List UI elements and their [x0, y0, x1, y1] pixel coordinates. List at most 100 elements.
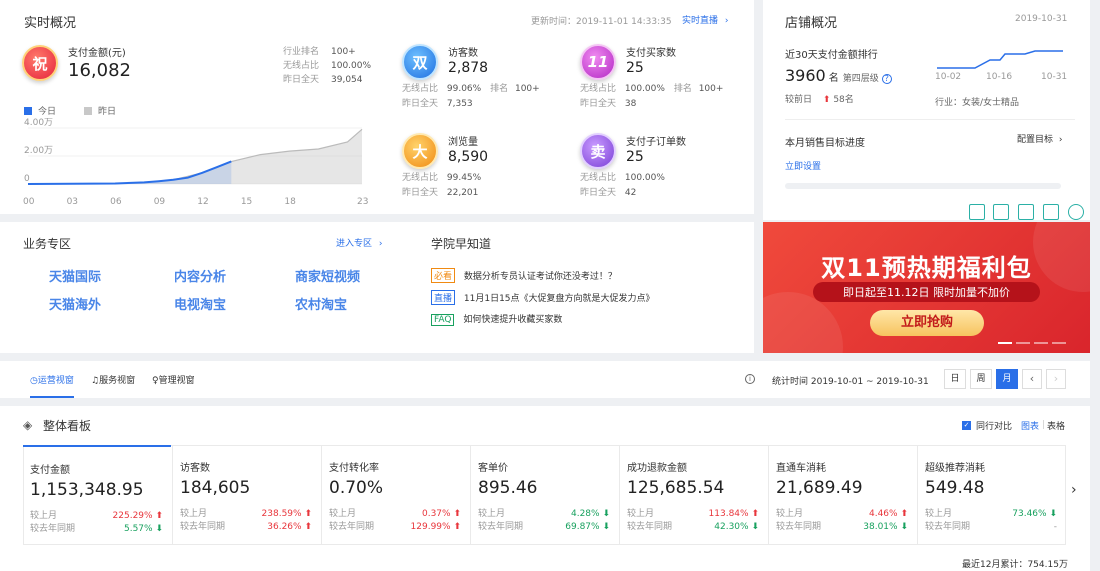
biz-link-tv-taobao[interactable]: 电视淘宝 — [174, 294, 226, 313]
headset-icon: ♫ — [91, 376, 100, 386]
arrow-down-icon: ⬇ — [900, 522, 908, 532]
view-chart-toggle[interactable]: 图表 — [1021, 419, 1039, 432]
eleven-icon: 11 — [580, 44, 616, 80]
spark-tick: 10-16 — [986, 72, 1013, 82]
fortune-icon: 祝 — [22, 45, 58, 81]
pay-amount-label: 支付金额(元) — [68, 48, 126, 59]
board-cell-mom: 较上月 113.84% ⬆ — [627, 509, 759, 519]
shop-card: 店铺概况 2019-10-31 近30天支付金额排行 3960 名 第四层级 ?… — [763, 0, 1090, 220]
shop-divider — [785, 119, 1075, 120]
board-cell[interactable]: 超级推荐消耗 549.48 较上月 73.46% ⬇ 较去年同期 - — [917, 445, 1065, 545]
banner-cta[interactable]: 立即抢购 — [870, 310, 984, 336]
arrow-down-icon: ⬇ — [751, 522, 759, 532]
goal-config[interactable]: 配置目标 › — [1017, 132, 1063, 145]
academy-item[interactable]: FAQ 如何快速提升收藏买家数 — [431, 312, 562, 326]
board-cell-yoy: 较去年同期 69.87% ⬇ — [478, 522, 610, 532]
clock-icon: ◷ — [30, 376, 38, 386]
board-cell-label: 客单价 — [478, 463, 508, 474]
metric-ratio-row: 无线占比 100.00% — [580, 173, 665, 183]
shop-industry: 行业：女装/女士精品 — [935, 98, 1020, 108]
biz-link-tmall-overseas[interactable]: 天猫海外 — [49, 294, 101, 313]
metric-yday-row: 昨日全天 38 — [580, 99, 637, 109]
metric-ratio-row: 无线占比 100.00% 排名 100+ — [580, 84, 724, 94]
double-icon: 双 — [402, 44, 438, 80]
y-tick-label: 2.00万 — [24, 146, 53, 156]
business-card: 业务专区 进入专区 › 天猫国际 内容分析 商家短视频 天猫海外 电视淘宝 农村… — [0, 222, 754, 353]
metric-value: 25 — [626, 60, 644, 76]
business-enter[interactable]: 进入专区 › — [336, 236, 383, 249]
board-cell[interactable]: 成功退款金额 125,685.54 较上月 113.84% ⬆ 较去年同期 42.30% … — [619, 445, 767, 545]
biz-link-tmall-global[interactable]: 天猫国际 — [49, 266, 101, 285]
arrow-up-icon: ⬆ — [822, 95, 831, 105]
pay-stat-row: 行业排名 100+ — [283, 47, 356, 57]
save-icon[interactable] — [1018, 204, 1034, 220]
x-tick-label: 03 — [67, 197, 78, 207]
period-day[interactable]: 日 — [944, 369, 966, 389]
board-cell-label: 支付转化率 — [329, 463, 379, 474]
biz-link-rural-taobao[interactable]: 农村淘宝 — [295, 294, 347, 313]
tab-service[interactable]: ♫服务视窗 — [91, 373, 135, 386]
x-tick-label: 09 — [154, 197, 166, 207]
biz-link-short-video[interactable]: 商家短视频 — [295, 266, 360, 285]
expand-icon[interactable] — [993, 204, 1009, 220]
period-week[interactable]: 周 — [970, 369, 992, 389]
board-cell[interactable]: 支付金额 1,153,348.95 较上月 225.29% ⬆ 较去年同期 5.57% ⬇ — [23, 445, 171, 545]
bookmark-icon[interactable] — [969, 204, 985, 220]
carousel-dot[interactable] — [1016, 342, 1030, 344]
gear-icon[interactable] — [1068, 204, 1084, 220]
compare-toggle[interactable]: ✓ 同行对比 — [962, 419, 1012, 432]
view-table-toggle[interactable]: 表格 — [1047, 419, 1065, 432]
info-icon[interactable]: i — [745, 374, 755, 384]
x-tick-label: 12 — [197, 197, 208, 207]
board-cell[interactable]: 客单价 895.46 较上月 4.28% ⬇ 较去年同期 69.87% ⬇ — [470, 445, 618, 545]
fortune-icon-char: 祝 — [32, 54, 48, 73]
chevron-left-icon[interactable]: ‹ — [1022, 369, 1042, 389]
promo-banner[interactable]: 双11预热期福利包 即日起至11.12日 限时加量不加价 立即抢购 — [763, 222, 1090, 353]
arrow-down-icon: ⬇ — [602, 522, 610, 532]
arrow-down-icon: ⬇ — [602, 509, 610, 519]
board-cell[interactable]: 直通车消耗 21,689.49 较上月 4.46% ⬆ 较去年同期 38.01% ⬇ — [768, 445, 916, 545]
board-cell-yoy: 较去年同期 129.99% ⬆ — [329, 522, 461, 532]
metric-yday-row: 昨日全天 22,201 — [402, 188, 479, 198]
board-cell-mom: 较上月 4.46% ⬆ — [776, 509, 908, 519]
metric-pageviews: 大 浏览量 8,590 无线占比 99.45% 昨日全天 22,201 — [402, 133, 572, 203]
chevron-right-icon: › — [378, 239, 383, 249]
y-tick-label: 0 — [24, 174, 30, 184]
x-tick-label: 23 — [357, 197, 368, 207]
x-tick-label: 15 — [241, 197, 252, 207]
tab-operation[interactable]: ◷运营视窗 — [30, 373, 74, 398]
metric-visitors: 双 访客数 2,878 无线占比 99.06% 排名 100+ 昨日全天 7,3… — [402, 44, 572, 114]
carousel-dot[interactable] — [1034, 342, 1048, 344]
metric-label: 浏览量 — [448, 137, 478, 148]
business-title: 业务专区 — [23, 237, 72, 251]
help-icon[interactable]: ? — [881, 73, 892, 84]
board-cell-value: 21,689.49 — [776, 478, 863, 498]
carousel-dot[interactable] — [1052, 342, 1066, 344]
board-cell[interactable]: 支付转化率 0.70% 较上月 0.37% ⬆ 较去年同期 129.99% ⬆ — [321, 445, 469, 545]
board-title: 整体看板 — [43, 419, 92, 433]
board-cell-mom: 较上月 4.28% ⬇ — [478, 509, 610, 519]
goal-progress-track — [785, 183, 1061, 189]
carousel-dot[interactable] — [998, 342, 1012, 344]
banner-title: 双11预热期福利包 — [821, 254, 1032, 282]
biz-link-content-analysis[interactable]: 内容分析 — [174, 266, 226, 285]
rank-sparkline — [937, 50, 1063, 69]
board-scroll-right[interactable]: › — [1071, 482, 1077, 498]
board-cell[interactable]: 访客数 184,605 较上月 238.59% ⬆ 较去年同期 36.26% ⬆ — [172, 445, 320, 545]
pay-stat-row: 昨日全天 39,054 — [283, 75, 363, 85]
metric-label: 访客数 — [448, 48, 478, 59]
tab-management[interactable]: ♀管理视窗 — [152, 373, 195, 386]
academy-item[interactable]: 必看 数据分析专员认证考试你还没考过！？ — [431, 268, 617, 283]
share-icon[interactable] — [1043, 204, 1059, 220]
academy-item[interactable]: 直播 11月1日15点《大促复盘方向就是大促发力点》 — [431, 290, 655, 305]
chevron-right-icon[interactable]: › — [1046, 369, 1066, 389]
board-cell-mom: 较上月 225.29% ⬆ — [30, 511, 163, 521]
period-month[interactable]: 月 — [996, 369, 1018, 389]
arrow-down-icon: ⬇ — [1049, 509, 1057, 519]
live-link[interactable]: 实时直播 › — [682, 13, 729, 26]
board-cell-value: 184,605 — [180, 478, 251, 498]
goal-set-link[interactable]: 立即设置 — [785, 159, 821, 172]
arrow-up-icon: ⬆ — [453, 509, 461, 519]
metric-value: 25 — [626, 149, 644, 165]
sell-icon: 卖 — [580, 133, 616, 169]
